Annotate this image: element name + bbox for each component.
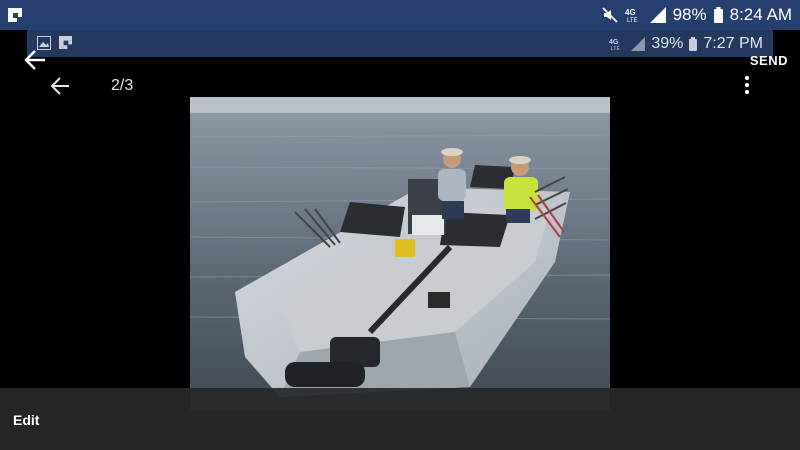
svg-text:LTE: LTE <box>611 46 620 51</box>
more-options-icon[interactable] <box>740 76 754 98</box>
photo[interactable] <box>190 97 610 411</box>
lte-icon: 4G LTE <box>609 39 620 51</box>
battery-icon <box>713 7 723 23</box>
svg-text:LTE: LTE <box>627 18 638 23</box>
image-counter: 2/3 <box>111 77 134 94</box>
status-bar: 4G LTE 98% 8:24 AM <box>0 0 800 30</box>
inner-status-bar: 4G LTE 39% 7:27 PM <box>27 30 773 57</box>
mute-icon <box>601 7 618 23</box>
clock: 8:24 AM <box>729 5 792 24</box>
viewer-back-arrow-icon[interactable] <box>50 76 70 96</box>
svg-text:4G: 4G <box>609 39 619 46</box>
image-icon <box>37 36 51 50</box>
flipboard-icon <box>8 8 22 22</box>
flipboard-icon <box>59 36 72 49</box>
edit-button[interactable]: Edit <box>13 412 39 428</box>
inner-clock: 7:27 PM <box>703 34 763 52</box>
svg-text:4G: 4G <box>625 8 636 17</box>
battery-percent: 98% <box>672 5 707 24</box>
photo-image <box>190 97 610 411</box>
inner-battery-percent: 39% <box>651 34 684 52</box>
bottom-bar <box>0 388 800 450</box>
battery-icon <box>689 36 698 51</box>
lte-icon: 4G LTE <box>625 8 638 23</box>
send-button[interactable]: SEND <box>750 53 788 68</box>
back-arrow-icon[interactable] <box>24 49 46 71</box>
signal-icon <box>631 36 646 51</box>
signal-icon <box>649 7 666 23</box>
